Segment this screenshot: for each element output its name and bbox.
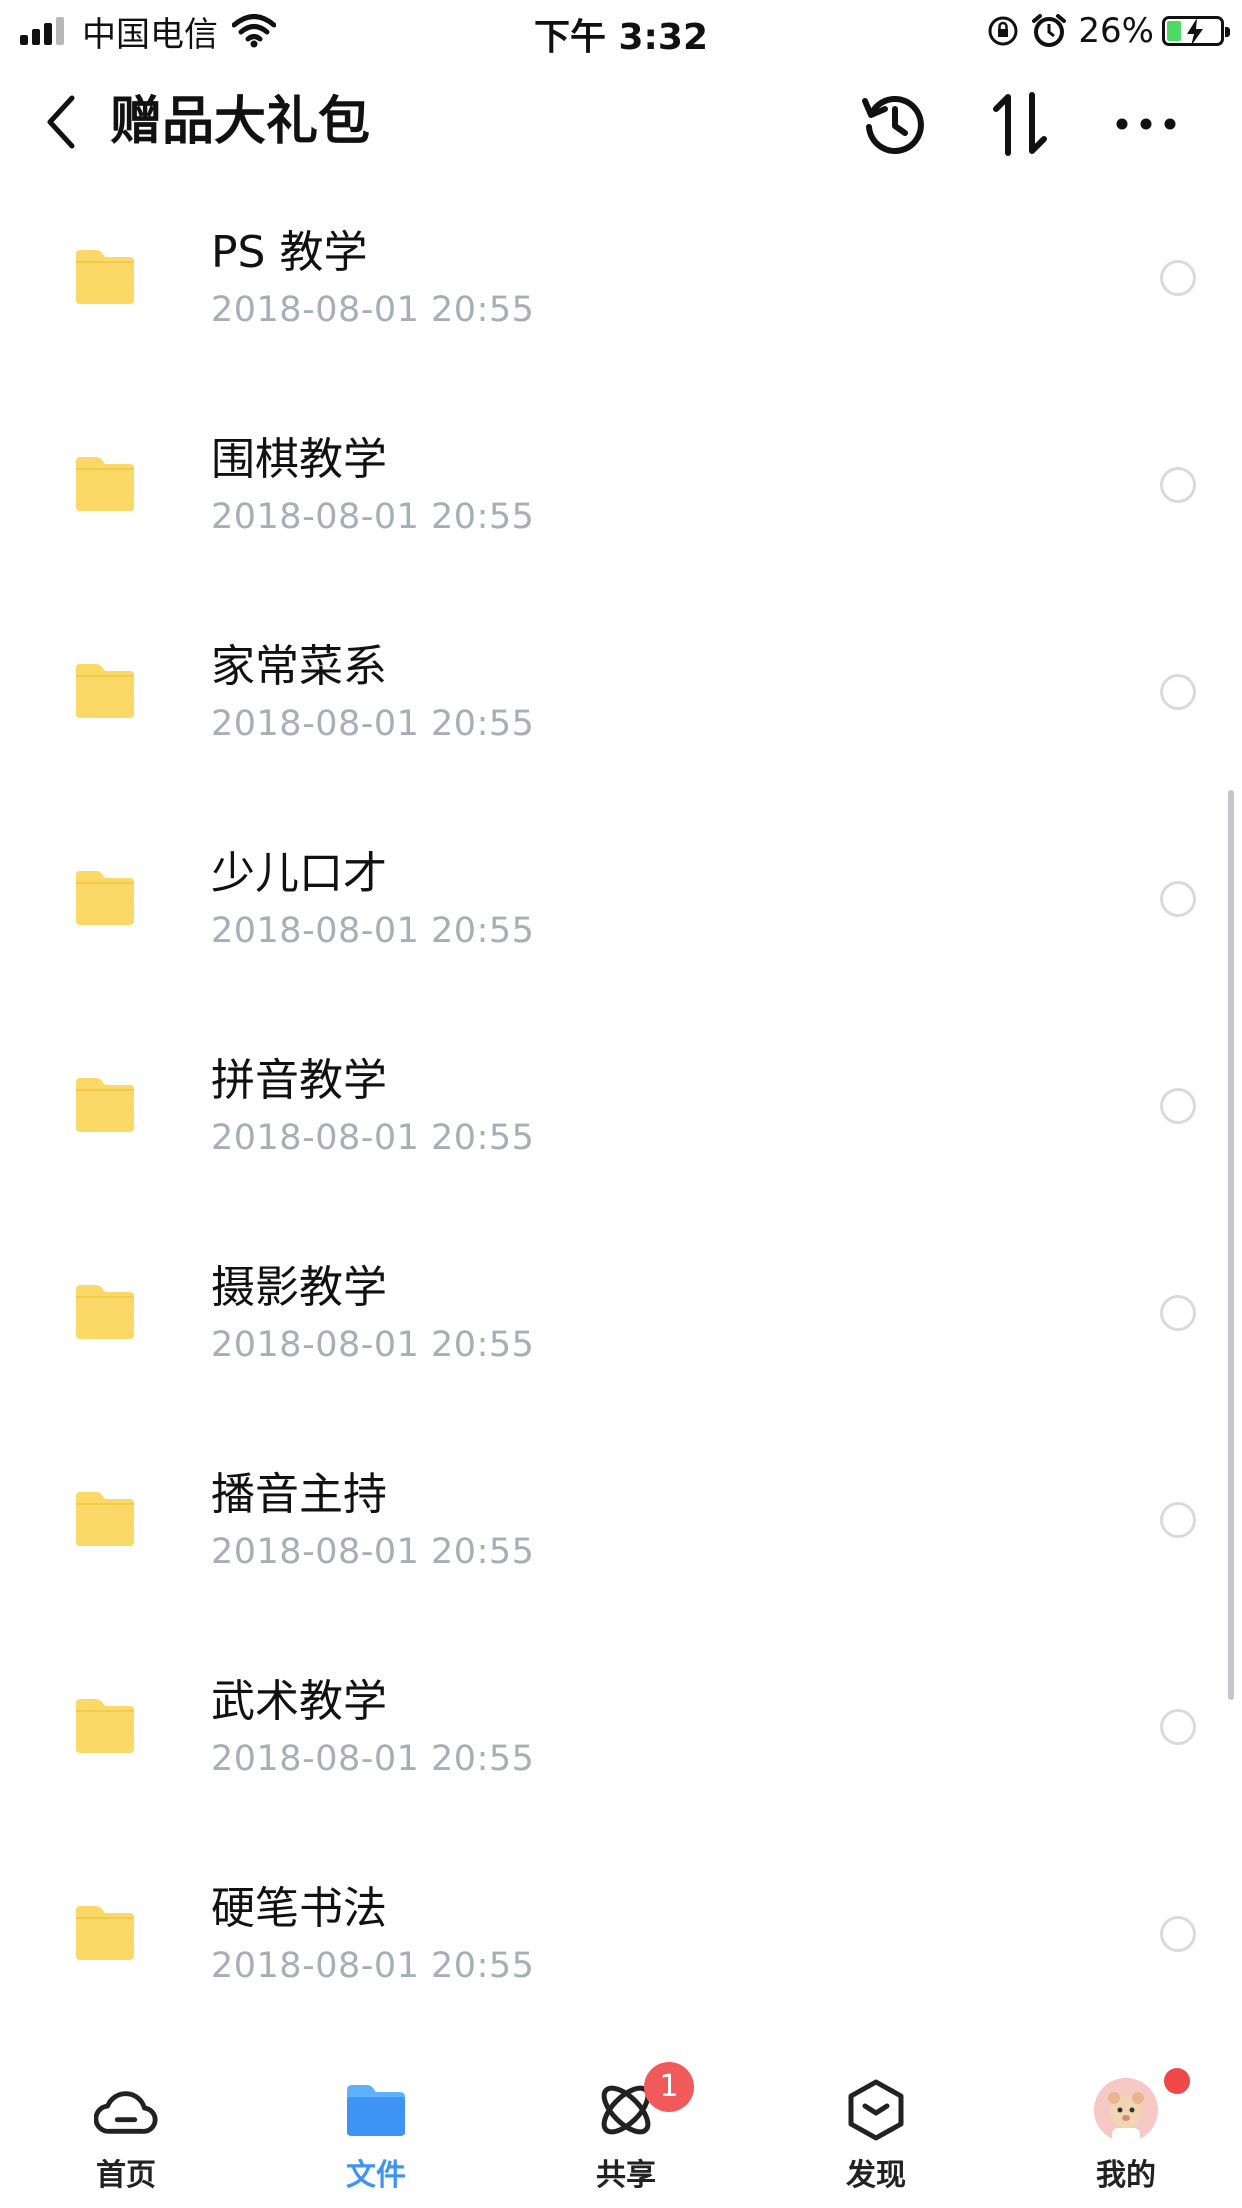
select-checkbox[interactable]	[1160, 260, 1196, 296]
nav-header: 赠品大礼包	[0, 62, 1242, 182]
file-name: 武术教学	[211, 1676, 387, 1727]
battery-percent: 26%	[1078, 11, 1154, 51]
file-date: 2018-08-01 20:55	[211, 911, 535, 951]
folder-icon	[76, 1699, 134, 1753]
file-date: 2018-08-01 20:55	[211, 1739, 535, 1779]
list-item[interactable]: 硬笔书法 2018-08-01 20:55	[0, 1838, 1242, 2045]
scrollbar[interactable]	[1228, 790, 1234, 1700]
select-checkbox[interactable]	[1160, 1088, 1196, 1124]
status-right: 26%	[986, 8, 1230, 54]
folder-icon	[76, 1906, 134, 1960]
battery-icon	[1162, 16, 1230, 46]
select-checkbox[interactable]	[1160, 881, 1196, 917]
more-icon	[1116, 118, 1176, 130]
page-title: 赠品大礼包	[110, 92, 371, 152]
select-checkbox[interactable]	[1160, 1709, 1196, 1745]
tab-files-label: 文件	[346, 2158, 406, 2193]
list-item[interactable]: 摄影教学 2018-08-01 20:55	[0, 1217, 1242, 1424]
tab-home-label: 首页	[96, 2158, 156, 2193]
file-date: 2018-08-01 20:55	[211, 1532, 535, 1572]
folder-icon	[76, 457, 134, 511]
list-item[interactable]: 家常菜系 2018-08-01 20:55	[0, 596, 1242, 803]
file-date: 2018-08-01 20:55	[211, 1325, 535, 1365]
share-badge: 1	[644, 2062, 694, 2112]
file-date: 2018-08-01 20:55	[211, 1118, 535, 1158]
tab-mine-label: 我的	[1096, 2158, 1156, 2193]
tab-files[interactable]: 文件	[306, 2078, 446, 2208]
list-item[interactable]: PS 教学 2018-08-01 20:55	[0, 182, 1242, 389]
cloud-icon	[94, 2091, 158, 2134]
file-list: PS 教学 2018-08-01 20:55 围棋教学 2018-08-01 2…	[0, 182, 1242, 2045]
back-icon	[47, 95, 75, 149]
notification-dot	[1164, 2068, 1190, 2094]
status-bar: 中国电信 下午 3:32 26%	[0, 0, 1242, 62]
select-checkbox[interactable]	[1160, 1295, 1196, 1331]
charging-bolt-icon	[1187, 18, 1203, 46]
tab-home[interactable]: 首页	[56, 2078, 196, 2208]
file-date: 2018-08-01 20:55	[211, 1946, 535, 1986]
list-item[interactable]: 武术教学 2018-08-01 20:55	[0, 1631, 1242, 1838]
file-name: 播音主持	[211, 1469, 387, 1520]
folder-icon	[76, 871, 134, 925]
select-checkbox[interactable]	[1160, 467, 1196, 503]
history-icon	[862, 96, 924, 154]
tab-mine[interactable]: 我的	[1056, 2068, 1196, 2208]
file-date: 2018-08-01 20:55	[211, 290, 535, 330]
alarm-icon	[1032, 14, 1067, 47]
sort-button[interactable]	[982, 86, 1058, 162]
avatar	[1094, 2078, 1158, 2142]
back-button[interactable]	[36, 90, 86, 154]
battery-nub	[1225, 27, 1230, 37]
file-name: 摄影教学	[211, 1262, 387, 1313]
select-checkbox[interactable]	[1160, 1916, 1196, 1952]
tab-discover-label: 发现	[846, 2158, 906, 2193]
file-name: 拼音教学	[211, 1055, 387, 1106]
folder-icon	[76, 1492, 134, 1546]
battery-fill	[1167, 21, 1181, 41]
list-item[interactable]: 拼音教学 2018-08-01 20:55	[0, 1010, 1242, 1217]
select-checkbox[interactable]	[1160, 1502, 1196, 1538]
rotation-lock-icon	[988, 16, 1018, 46]
tab-bar: 首页 文件 1 共享 发现 我的	[0, 2060, 1242, 2208]
files-icon	[347, 2085, 405, 2136]
avatar-illustration	[1094, 2078, 1158, 2142]
folder-icon	[76, 1078, 134, 1132]
file-date: 2018-08-01 20:55	[211, 497, 535, 537]
folder-icon	[76, 250, 134, 304]
tab-share-label: 共享	[596, 2158, 656, 2193]
list-item[interactable]: 少儿口才 2018-08-01 20:55	[0, 803, 1242, 1010]
file-date: 2018-08-01 20:55	[211, 704, 535, 744]
history-button[interactable]	[856, 86, 932, 162]
folder-icon	[76, 664, 134, 718]
file-name: 围棋教学	[211, 434, 387, 485]
discover-icon	[848, 2079, 904, 2141]
list-item[interactable]: 围棋教学 2018-08-01 20:55	[0, 389, 1242, 596]
select-checkbox[interactable]	[1160, 674, 1196, 710]
file-name: 硬笔书法	[211, 1883, 387, 1934]
list-item[interactable]: 播音主持 2018-08-01 20:55	[0, 1424, 1242, 1631]
folder-icon	[76, 1285, 134, 1339]
tab-discover[interactable]: 发现	[806, 2078, 946, 2208]
file-name: PS 教学	[211, 227, 368, 278]
sort-icon	[993, 92, 1047, 156]
more-button[interactable]	[1108, 86, 1184, 162]
tab-share[interactable]: 1 共享	[556, 2062, 696, 2208]
file-name: 家常菜系	[211, 641, 387, 692]
file-name: 少儿口才	[211, 848, 387, 899]
